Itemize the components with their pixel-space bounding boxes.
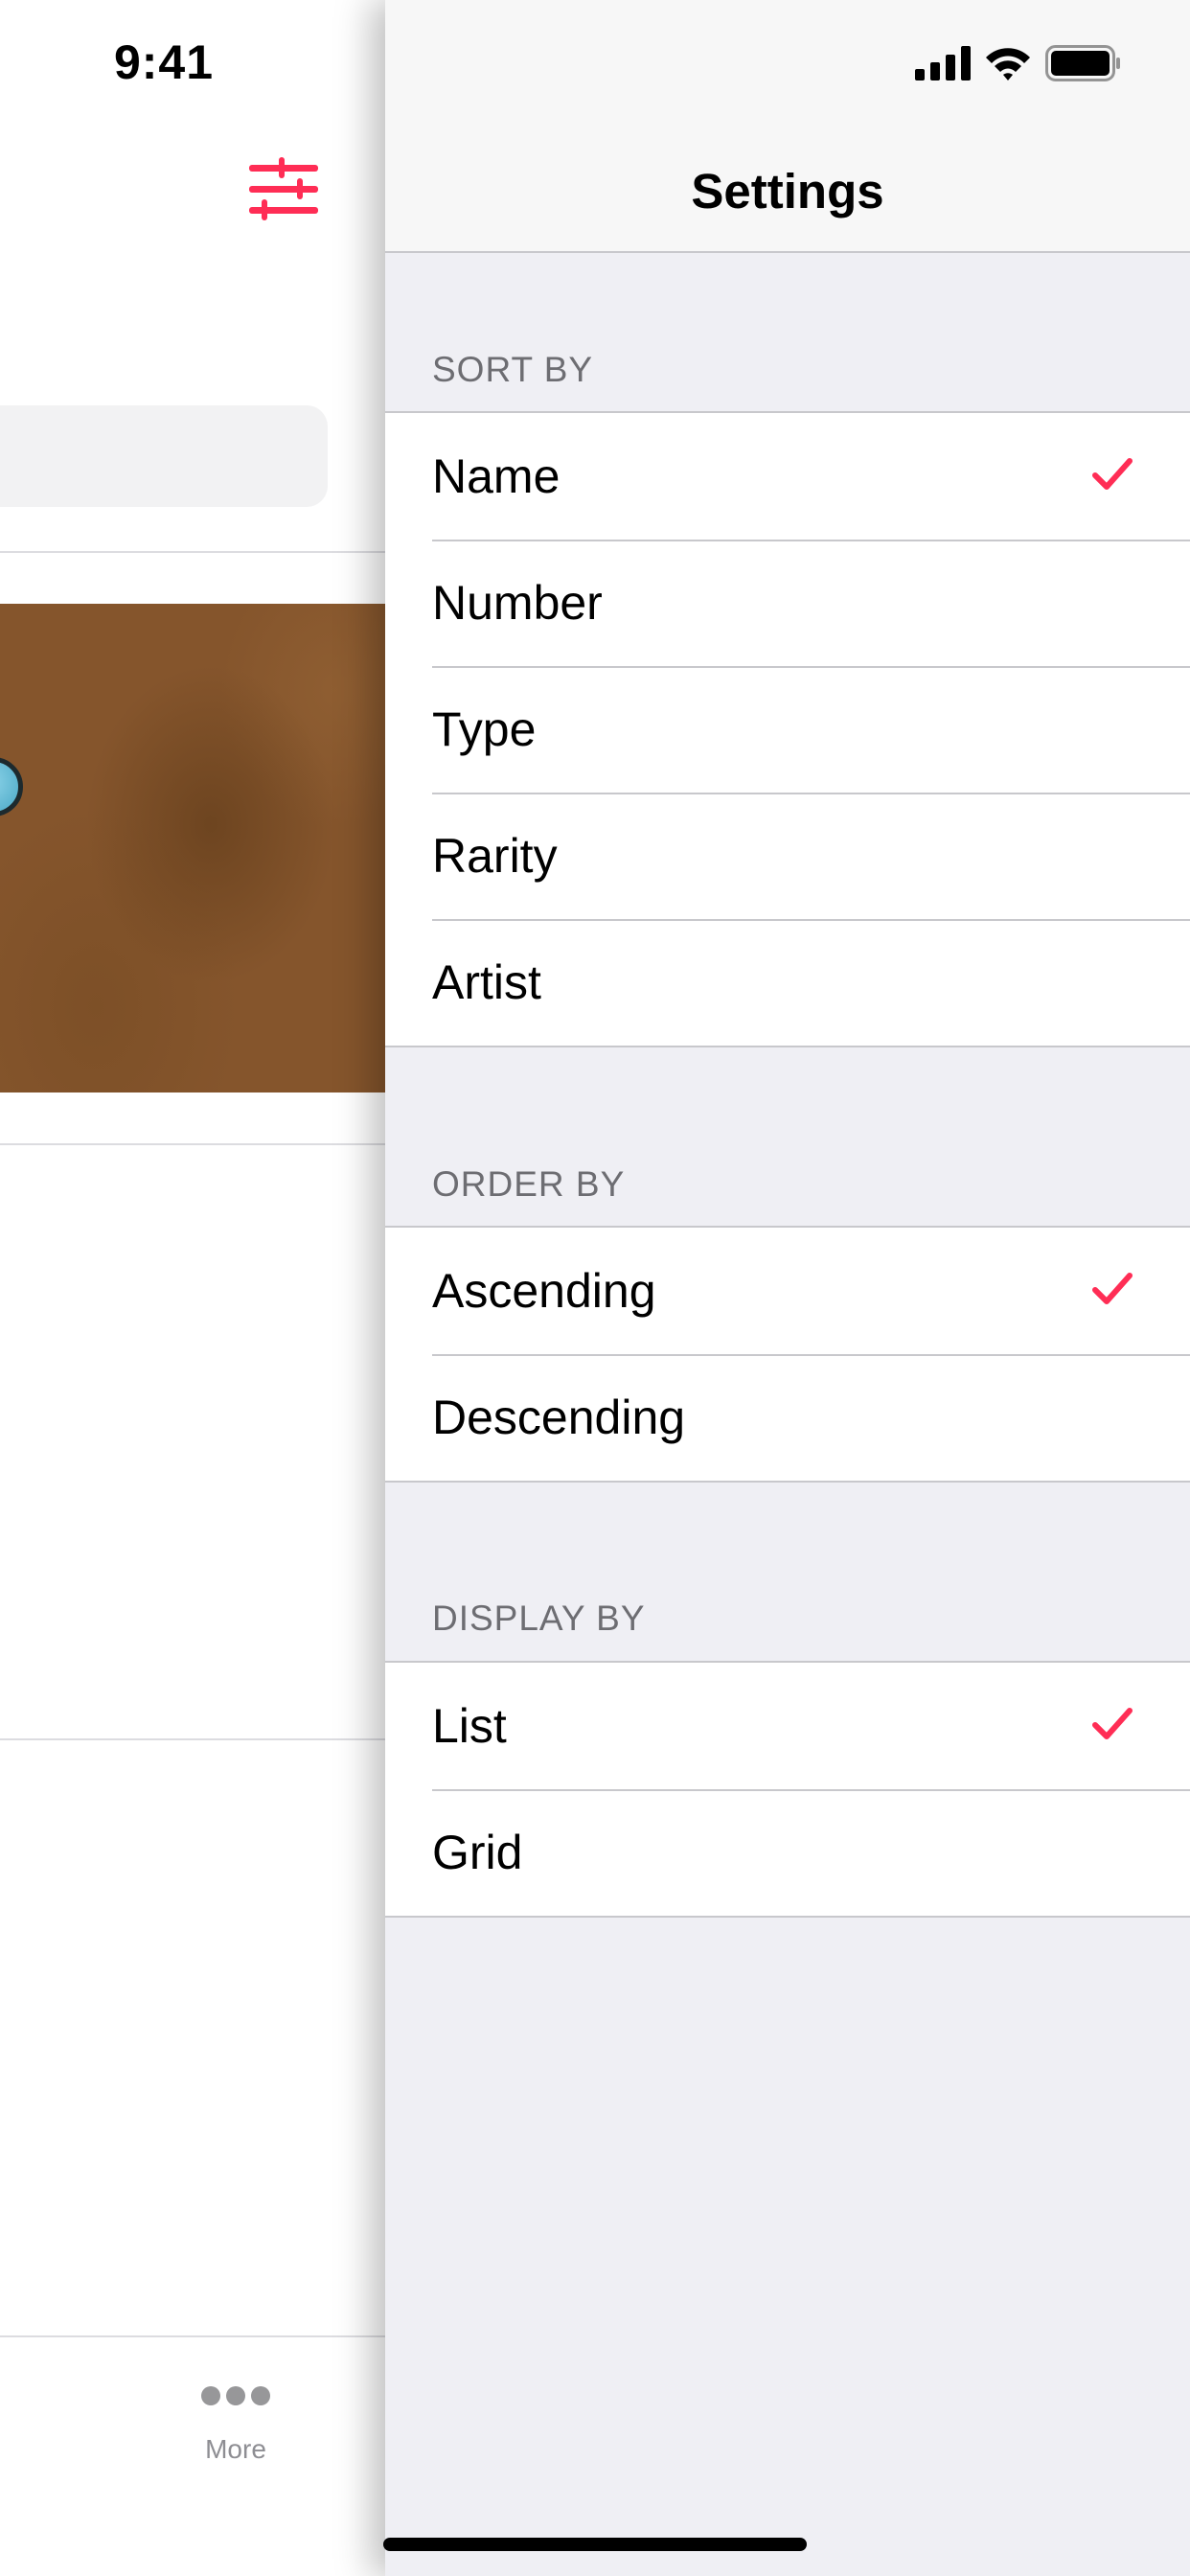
card-artwork[interactable] — [0, 604, 385, 1092]
option-label: Descending — [432, 1391, 686, 1444]
option-label: Grid — [432, 1826, 523, 1879]
cellular-signal-icon — [915, 46, 971, 80]
divider — [0, 551, 385, 553]
checkmark-icon — [1092, 458, 1133, 490]
option-sort-type[interactable]: Type — [385, 666, 1190, 793]
navigation-bar: Settings — [385, 0, 1190, 253]
settings-panel: Settings SORT BY Name Number Type Rarity… — [385, 0, 1190, 2576]
section-header-display-by: DISPLAY BY — [432, 1598, 646, 1638]
option-display-list[interactable]: List — [385, 1663, 1190, 1789]
option-display-grid[interactable]: Grid — [385, 1789, 1190, 1916]
search-bar[interactable] — [0, 405, 328, 507]
option-label: List — [432, 1699, 507, 1753]
section-header-sort-by: SORT BY — [432, 350, 594, 389]
divider — [0, 1143, 385, 1145]
sliders-icon — [249, 157, 318, 220]
option-label: Rarity — [432, 829, 558, 883]
option-label: Ascending — [432, 1264, 656, 1318]
tab-more[interactable]: More — [182, 2367, 289, 2482]
option-order-ascending[interactable]: Ascending — [385, 1228, 1190, 1354]
tab-more-label: More — [205, 2434, 266, 2464]
option-sort-name[interactable]: Name — [385, 413, 1190, 540]
checkmark-icon — [1092, 1708, 1133, 1739]
more-dots-icon — [182, 2386, 289, 2405]
home-indicator — [383, 2538, 807, 2551]
page-title: Settings — [691, 164, 884, 218]
option-label: Type — [432, 702, 537, 756]
section-header-order-by: ORDER BY — [432, 1164, 626, 1204]
option-sort-artist[interactable]: Artist — [385, 919, 1190, 1046]
background-screen: 9:41 More — [0, 0, 385, 2576]
sort-by-group: Name Number Type Rarity Artist — [385, 411, 1190, 1047]
option-label: Artist — [432, 955, 541, 1009]
checkmark-icon — [1092, 1273, 1133, 1304]
wifi-icon — [986, 48, 1030, 80]
order-by-group: Ascending Descending — [385, 1226, 1190, 1483]
option-sort-number[interactable]: Number — [385, 540, 1190, 666]
option-sort-rarity[interactable]: Rarity — [385, 793, 1190, 919]
energy-orb-icon — [0, 757, 23, 816]
battery-icon — [1045, 45, 1120, 81]
option-order-descending[interactable]: Descending — [385, 1354, 1190, 1481]
status-icons — [915, 42, 1122, 84]
divider — [0, 1738, 385, 1740]
display-by-group: List Grid — [385, 1661, 1190, 1918]
option-label: Number — [432, 576, 603, 630]
status-time: 9:41 — [113, 35, 215, 89]
tab-bar-divider — [0, 2335, 385, 2337]
option-label: Name — [432, 449, 561, 503]
filter-button[interactable] — [247, 157, 320, 220]
